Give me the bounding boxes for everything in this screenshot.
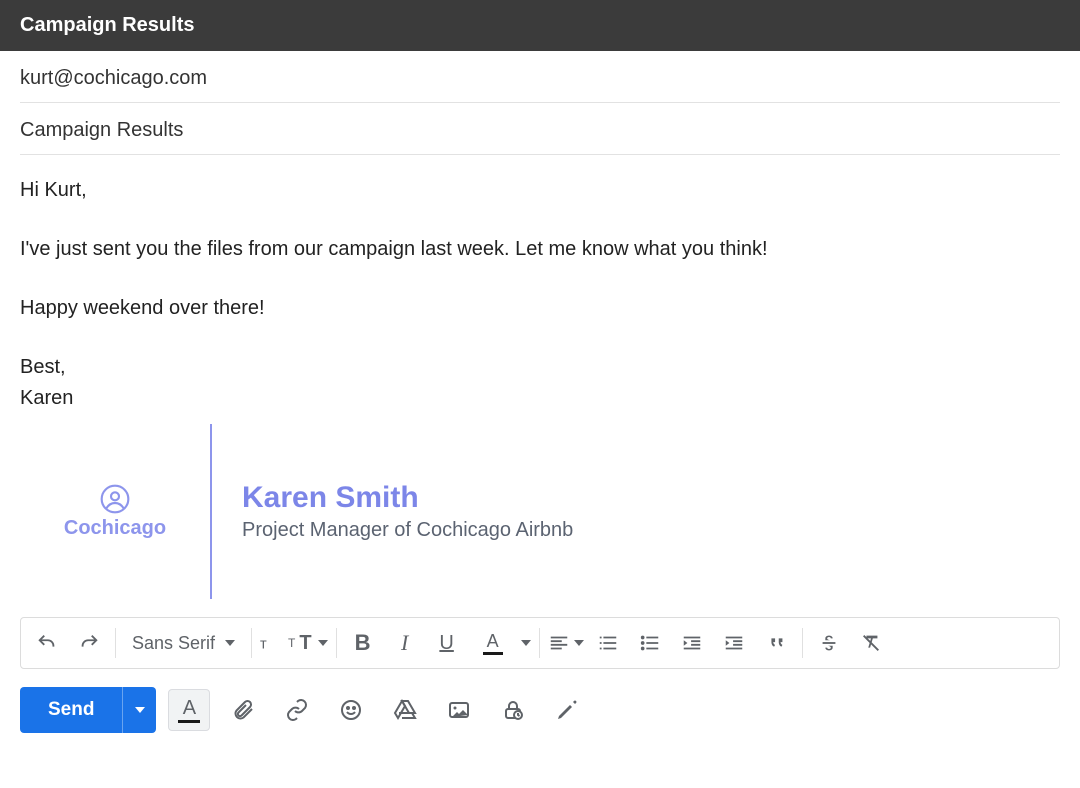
align-left-icon (548, 632, 570, 654)
numbered-list-icon (597, 632, 619, 654)
text-color-button[interactable]: A (471, 625, 531, 661)
image-icon (447, 698, 471, 722)
chevron-down-icon (521, 640, 531, 646)
send-button-group: Send (20, 687, 156, 733)
subject-field[interactable]: Campaign Results (20, 103, 1060, 155)
strikethrough-button[interactable] (811, 625, 847, 661)
paperclip-icon (231, 698, 255, 722)
compose-title: Campaign Results (20, 14, 194, 36)
compose-body[interactable]: Hi Kurt, I've just sent you the files fr… (0, 155, 1080, 414)
subject-value: Campaign Results (20, 119, 183, 141)
undo-button[interactable] (29, 625, 65, 661)
font-family-label: Sans Serif (132, 633, 215, 654)
underline-button[interactable]: U (429, 625, 465, 661)
text-format-icon: A (183, 698, 196, 718)
strikethrough-icon (818, 632, 840, 654)
chevron-down-icon (318, 640, 328, 646)
font-size-button[interactable]: т TT (260, 625, 328, 661)
remove-format-icon (860, 632, 882, 654)
link-icon (285, 698, 309, 722)
chevron-down-icon (225, 640, 235, 646)
send-options-button[interactable] (122, 687, 156, 733)
insert-drive-button[interactable] (384, 689, 426, 731)
indent-more-button[interactable] (716, 625, 752, 661)
insert-emoji-button[interactable] (330, 689, 372, 731)
toggle-formatting-button[interactable]: A (168, 689, 210, 731)
chevron-down-icon (135, 707, 145, 713)
font-size-icon: т (260, 632, 282, 654)
signature-brand: Cochicago (64, 517, 166, 540)
redo-icon (78, 632, 100, 654)
numbered-list-button[interactable] (590, 625, 626, 661)
bulleted-list-icon (639, 632, 661, 654)
insert-signature-button[interactable] (546, 689, 588, 731)
to-field[interactable]: kurt@cochicago.com (20, 51, 1060, 103)
signature-logo: Cochicago (20, 483, 210, 540)
confidential-mode-button[interactable] (492, 689, 534, 731)
signature-name: Karen Smith (242, 481, 573, 515)
insert-link-button[interactable] (276, 689, 318, 731)
quote-icon (765, 632, 787, 654)
insert-photo-button[interactable] (438, 689, 480, 731)
italic-button[interactable]: I (387, 625, 423, 661)
align-button[interactable] (548, 625, 584, 661)
indent-decrease-icon (681, 632, 703, 654)
drive-icon (393, 698, 417, 722)
formatting-toolbar: Sans Serif т TT B I U A (20, 617, 1060, 669)
signature-block: Cochicago Karen Smith Project Manager of… (20, 424, 1080, 599)
user-circle-icon (99, 483, 131, 515)
send-button[interactable]: Send (20, 687, 122, 733)
indent-less-button[interactable] (674, 625, 710, 661)
smile-icon (339, 698, 363, 722)
body-greeting: Hi Kurt, (20, 175, 1060, 206)
lock-clock-icon (501, 698, 525, 722)
bottom-action-bar: Send A (0, 669, 1080, 733)
pen-icon (555, 698, 579, 722)
body-sender: Karen (20, 387, 73, 409)
remove-formatting-button[interactable] (853, 625, 889, 661)
redo-button[interactable] (71, 625, 107, 661)
undo-icon (36, 632, 58, 654)
chevron-down-icon (574, 640, 584, 646)
body-signoff: Best, (20, 356, 66, 378)
bold-button[interactable]: B (345, 625, 381, 661)
bulleted-list-button[interactable] (632, 625, 668, 661)
to-value: kurt@cochicago.com (20, 67, 207, 89)
attach-file-button[interactable] (222, 689, 264, 731)
font-family-picker[interactable]: Sans Serif (124, 633, 243, 654)
signature-title: Project Manager of Cochicago Airbnb (242, 519, 573, 542)
body-para2: Happy weekend over there! (20, 293, 1060, 324)
indent-increase-icon (723, 632, 745, 654)
svg-text:т: т (260, 637, 267, 653)
quote-button[interactable] (758, 625, 794, 661)
compose-header: Campaign Results (0, 0, 1080, 51)
signature-divider (210, 424, 212, 599)
body-para1: I've just sent you the files from our ca… (20, 234, 1060, 265)
